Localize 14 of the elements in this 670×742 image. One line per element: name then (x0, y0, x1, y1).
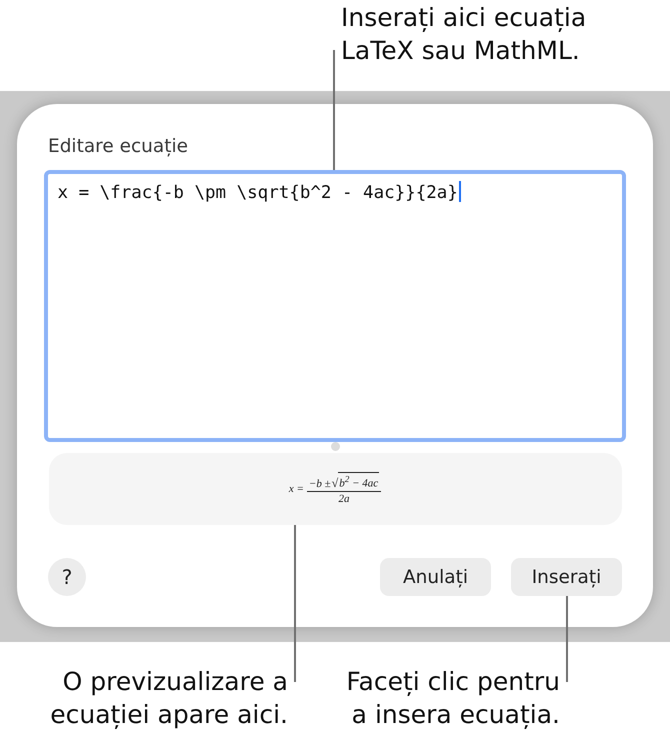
callout-text: Faceți clic pentru a insera ecuația. (345, 666, 560, 731)
text-cursor-icon (458, 180, 462, 202)
help-button[interactable]: ? (48, 558, 86, 596)
callout-text: O previzualizare a ecuației apare aici. (49, 666, 288, 731)
formula-numerator-term: −b ± (308, 478, 331, 490)
formula-lhs: x = (288, 482, 304, 495)
radical-sign: √ (332, 477, 338, 490)
cancel-button[interactable]: Anulați (380, 558, 491, 596)
field-label: Editare ecuație (48, 136, 188, 158)
formula-radicand: b$^{2}$ − 4ac (338, 472, 380, 490)
callout-text: Inserați aici ecuația LaTeX sau MathML. (341, 2, 588, 67)
formula-denominator: 2a (338, 493, 350, 506)
equation-field[interactable]: x = \frac{-b \pm \sqrt{b^2 - 4ac}}{2a} (44, 170, 626, 442)
insert-button[interactable]: Inserați (511, 558, 622, 596)
